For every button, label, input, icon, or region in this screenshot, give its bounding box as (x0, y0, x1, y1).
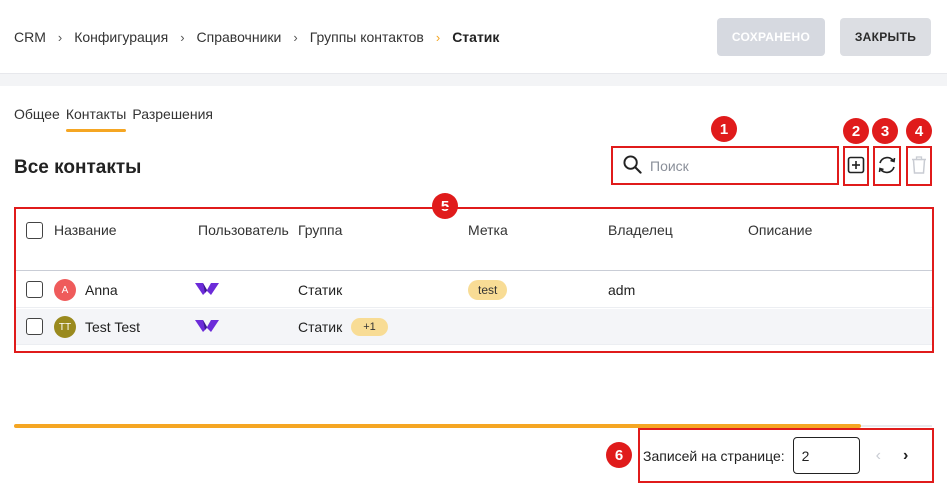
annotation-badge-2: 2 (843, 118, 869, 144)
breadcrumb-configuration[interactable]: Конфигурация (74, 29, 168, 45)
column-header-tag[interactable]: Метка (468, 222, 508, 238)
delete-icon (911, 155, 927, 177)
column-header-description[interactable]: Описание (748, 222, 812, 238)
contact-name[interactable]: Test Test (85, 319, 140, 335)
group-cell: Статик (298, 282, 343, 298)
saved-button[interactable]: СОХРАНЕНО (717, 18, 825, 56)
chevron-right-icon: › (180, 29, 185, 45)
chevron-right-icon: › (435, 29, 441, 45)
avatar: TT (54, 316, 76, 338)
table-row[interactable]: TT Test Test Статик +1 (16, 309, 932, 345)
contact-name[interactable]: Anna (85, 282, 118, 298)
tab-contacts[interactable]: Контакты (65, 106, 127, 132)
column-header-group[interactable]: Группа (298, 222, 342, 238)
tab-bar: Общее Контакты Разрешения (14, 106, 219, 132)
close-button[interactable]: ЗАКРЫТЬ (840, 18, 931, 56)
column-header-name[interactable]: Название (54, 222, 117, 238)
chevron-right-icon: › (293, 29, 298, 45)
column-header-owner[interactable]: Владелец (608, 222, 673, 238)
breadcrumb-directories[interactable]: Справочники (197, 29, 282, 45)
annotation-badge-6: 6 (606, 442, 632, 468)
tab-permissions[interactable]: Разрешения (132, 106, 213, 130)
breadcrumb-contact-groups[interactable]: Группы контактов (310, 29, 424, 45)
column-header-user[interactable]: Пользователь (198, 219, 290, 241)
refresh-icon (876, 154, 898, 179)
breadcrumb-crm[interactable]: CRM (14, 29, 46, 45)
breadcrumb-current: Статик (452, 29, 500, 45)
contacts-table: Название Пользователь Группа Метка Владе… (14, 207, 934, 353)
add-button[interactable] (843, 146, 869, 186)
pagination-bar: Записей на странице: 2 ‹ › (638, 428, 934, 483)
rows-per-page-label: Записей на странице: (643, 447, 785, 464)
annotation-badge-3: 3 (872, 118, 898, 144)
search-input[interactable]: Поиск (611, 146, 839, 185)
annotation-badge-1: 1 (711, 116, 737, 142)
table-row[interactable]: A Anna Статик test adm (16, 272, 932, 308)
annotation-badge-4: 4 (906, 118, 932, 144)
chevron-right-icon[interactable]: › (903, 447, 908, 465)
user-logo-icon (194, 318, 220, 337)
row-checkbox[interactable] (26, 318, 43, 335)
table-header: Название Пользователь Группа Метка Владе… (16, 209, 932, 271)
rows-per-page-input[interactable]: 2 (792, 437, 860, 474)
group-more-badge[interactable]: +1 (351, 318, 388, 336)
breadcrumb: CRM › Конфигурация › Справочники › Групп… (14, 29, 499, 45)
add-icon (847, 156, 865, 177)
owner-cell: adm (608, 282, 636, 298)
tab-general[interactable]: Общее (14, 106, 60, 130)
chevron-right-icon: › (57, 29, 63, 45)
tag-badge: test (468, 280, 508, 300)
chevron-left-icon[interactable]: ‹ (876, 447, 881, 465)
section-title: Все контакты (14, 157, 142, 178)
avatar: A (54, 279, 76, 301)
delete-button[interactable] (906, 146, 932, 186)
search-placeholder: Поиск (650, 157, 689, 174)
search-icon (623, 154, 642, 177)
refresh-button[interactable] (873, 146, 901, 186)
row-checkbox[interactable] (26, 281, 43, 298)
user-logo-icon (194, 281, 220, 300)
group-cell: Статик (298, 319, 343, 335)
header-bar: CRM › Конфигурация › Справочники › Групп… (0, 0, 947, 74)
select-all-checkbox[interactable] (26, 222, 43, 239)
